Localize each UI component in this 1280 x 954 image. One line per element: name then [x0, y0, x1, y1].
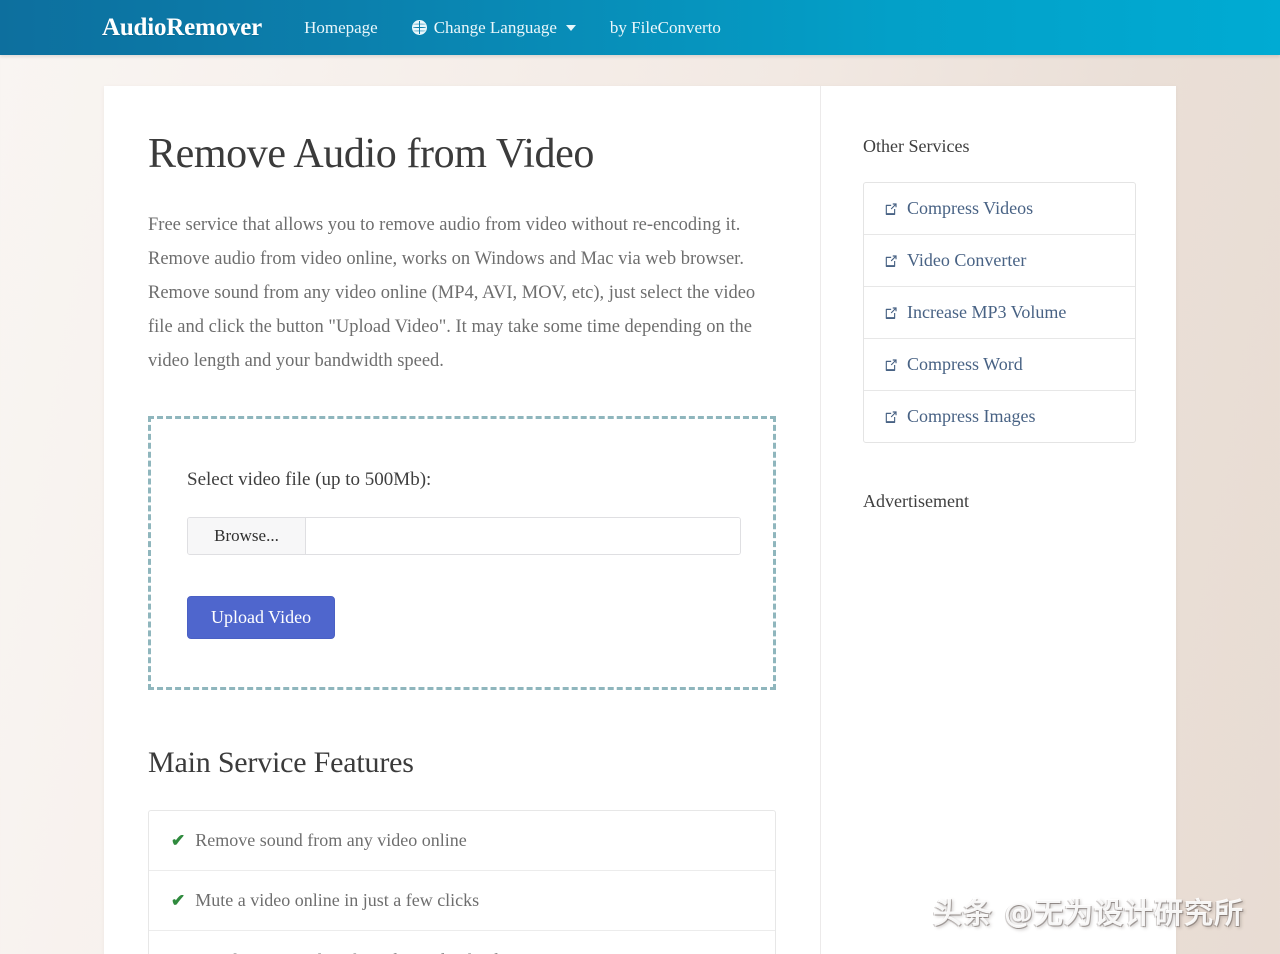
nav-link-change-language-label: Change Language — [433, 17, 557, 37]
selected-file-name[interactable] — [306, 518, 740, 555]
sidebar-item-label: Video Converter — [907, 250, 1027, 270]
file-input-group[interactable]: Browse... — [187, 517, 741, 556]
sidebar-item-label: Increase MP3 Volume — [907, 302, 1067, 322]
external-link-icon — [884, 358, 898, 372]
nav-link-homepage-label: Homepage — [304, 17, 378, 37]
sidebar-item-label: Compress Images — [907, 406, 1036, 426]
external-link-icon — [884, 306, 898, 320]
sidebar-item-compress-word[interactable]: Compress Word — [864, 339, 1135, 391]
sidebar-item-compress-images[interactable]: Compress Images — [864, 391, 1135, 442]
sidebar-item-compress-videos[interactable]: Compress Videos — [864, 183, 1135, 235]
browse-button[interactable]: Browse... — [188, 518, 306, 555]
intro-paragraph: Free service that allows you to remove a… — [148, 215, 756, 372]
external-link-icon — [884, 254, 898, 268]
navbar-inner: AudioRemover Homepage Change Language by… — [0, 14, 721, 42]
sidebar: Other Services Compress Videos Video Con… — [821, 86, 1176, 954]
brand-logo[interactable]: AudioRemover — [102, 14, 262, 42]
upload-video-button[interactable]: Upload Video — [187, 596, 336, 640]
check-icon: ✔ — [171, 890, 186, 910]
sidebar-item-label: Compress Videos — [907, 198, 1034, 218]
top-navbar: AudioRemover Homepage Change Language by… — [0, 0, 1280, 55]
page-card: Remove Audio from Video Free service tha… — [104, 86, 1176, 954]
list-item: ✔ Simple to use: select the video and up… — [149, 931, 775, 954]
nav-link-by-fileconverto-label: by FileConverto — [609, 17, 721, 37]
list-item: ✔ Remove sound from any video online — [149, 811, 775, 872]
other-services-heading: Other Services — [863, 136, 970, 156]
feature-label: Mute a video online in just a few clicks — [195, 890, 480, 911]
sidebar-item-increase-mp3-volume[interactable]: Increase MP3 Volume — [864, 287, 1135, 339]
check-icon: ✔ — [171, 830, 186, 850]
chevron-down-icon — [565, 24, 576, 31]
upload-dropzone: Select video file (up to 500Mb): Browse.… — [148, 416, 776, 691]
feature-label: Simple to use: select the video and uplo… — [195, 950, 498, 954]
sidebar-item-label: Compress Word — [907, 354, 1023, 374]
main-column: Remove Audio from Video Free service tha… — [104, 86, 820, 954]
globe-icon — [411, 20, 427, 35]
features-list: ✔ Remove sound from any video online ✔ M… — [148, 810, 776, 954]
nav-link-by-fileconverto[interactable]: by FileConverto — [610, 18, 721, 38]
external-link-icon — [884, 410, 898, 424]
nav-link-change-language[interactable]: Change Language — [411, 17, 576, 38]
upload-label: Select video file (up to 500Mb): — [187, 469, 432, 491]
feature-label: Remove sound from any video online — [195, 830, 467, 851]
other-services-list: Compress Videos Video Converter Increase… — [863, 182, 1136, 443]
sidebar-item-video-converter[interactable]: Video Converter — [864, 235, 1135, 287]
external-link-icon — [884, 202, 898, 216]
advertisement-heading: Advertisement — [863, 491, 969, 511]
nav-link-homepage[interactable]: Homepage — [304, 18, 378, 38]
page-title: Remove Audio from Video — [148, 131, 594, 177]
features-section-title: Main Service Features — [148, 746, 414, 780]
list-item: ✔ Mute a video online in just a few clic… — [149, 871, 775, 932]
